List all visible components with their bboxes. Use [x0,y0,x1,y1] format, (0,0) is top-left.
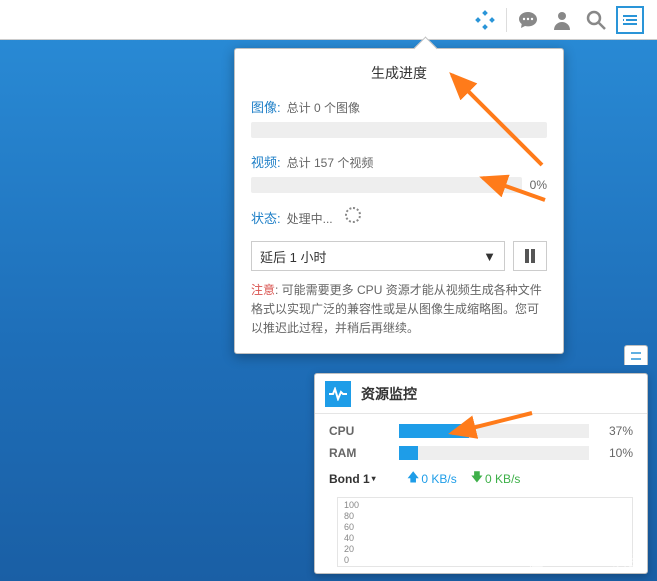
resource-monitor-header[interactable]: 资源监控 [315,374,647,414]
spinner-icon [345,207,361,223]
cpu-row: CPU 37% [329,424,633,438]
ram-bar-fill [399,446,418,460]
widgets-icon[interactable] [613,3,647,37]
network-interface-select[interactable]: Bond 1▾ [329,472,389,486]
resource-monitor-title: 资源监控 [361,384,417,404]
cpu-value: 37% [599,424,633,438]
video-progress-text: 0% [530,178,547,192]
indexing-icon[interactable] [468,3,502,37]
upload-speed: 🡅0 KB/s [407,468,457,489]
generation-progress-popup: 生成进度 图像 总计 0 个图像 视频 总计 157 个视频 0% 状态 处理中… [234,48,564,354]
video-label-link[interactable]: 视频 [251,152,281,171]
user-icon[interactable] [545,3,579,37]
video-section: 视频 总计 157 个视频 0% [251,152,547,193]
arrow-up-icon: 🡅 [407,468,419,489]
ram-value: 10% [599,446,633,460]
ram-row: RAM 10% [329,446,633,460]
monitor-icon [325,381,351,407]
network-row: Bond 1▾ 🡅0 KB/s 🡇0 KB/s [329,468,633,489]
status-section: 状态 处理中... [251,207,547,227]
delay-select[interactable]: 延后 1 小时 ▼ [251,241,505,271]
popup-title: 生成进度 [251,63,547,83]
note-label: 注意 [251,283,275,297]
divider [506,8,507,32]
pause-button[interactable] [513,241,547,271]
image-summary: 总计 0 个图像 [287,99,360,116]
chevron-down-icon: ▼ [483,249,496,264]
status-label-link[interactable]: 状态 [251,208,281,227]
resource-monitor-widget: 资源监控 CPU 37% RAM 10% Bond 1▾ 🡅0 KB/s 🡇0 … [314,373,648,574]
chat-icon[interactable] [511,3,545,37]
video-progress-bar [251,177,522,193]
image-progress-bar [251,122,547,138]
cpu-bar-fill [399,424,469,438]
search-icon[interactable] [579,3,613,37]
cpu-label: CPU [329,424,389,438]
arrow-down-icon: 🡇 [471,468,483,489]
watermark: 值SMYZ.N识买 [528,547,645,571]
delay-select-value: 延后 1 小时 [260,247,326,266]
status-value: 处理中... [287,210,333,227]
chart-y-axis: 100 80 60 40 20 0 [344,500,359,566]
download-speed: 🡇0 KB/s [471,468,521,489]
image-label-link[interactable]: 图像 [251,97,281,116]
widget-minimize-handle[interactable] [624,345,648,365]
video-summary: 总计 157 个视频 [287,154,374,171]
cpu-bar [399,424,589,438]
image-section: 图像 总计 0 个图像 [251,97,547,138]
top-bar [0,0,657,40]
ram-bar [399,446,589,460]
ram-label: RAM [329,446,389,460]
note-text: 注意: 可能需要更多 CPU 资源才能从视频生成各种文件格式以实现广泛的兼容性或… [251,281,547,339]
